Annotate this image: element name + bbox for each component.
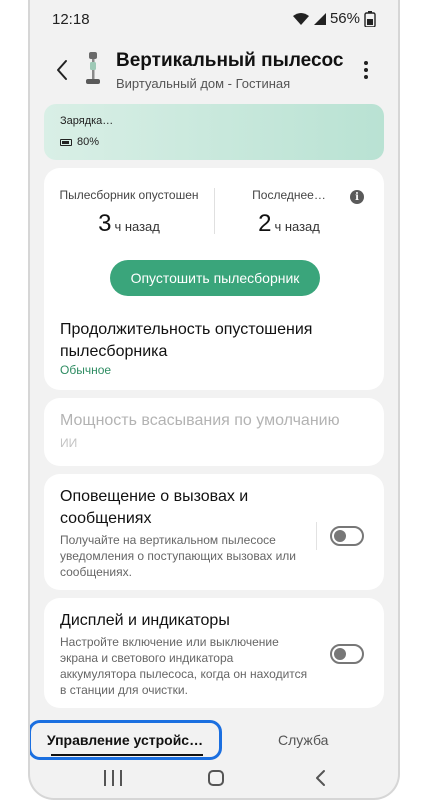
display-indicators-toggle[interactable] <box>330 644 364 664</box>
page-title: Вертикальный пылесос <box>116 50 344 71</box>
bottom-tab-bar: Управление устройс… Служба <box>30 716 398 762</box>
charging-status: Зарядка… <box>60 115 114 127</box>
last-label: Последнее… <box>252 188 326 202</box>
suction-power-value: ИИ <box>60 436 78 450</box>
device-status-banner: Зарядка… 80% <box>44 104 384 160</box>
battery-level-icon <box>60 138 72 146</box>
tab-device-control[interactable]: Управление устройс… <box>30 720 222 760</box>
system-nav-bar <box>30 762 398 798</box>
empty-bin-button[interactable]: Опустошить пылесборник <box>110 260 320 296</box>
nav-back-icon[interactable] <box>312 768 330 788</box>
signal-icon <box>313 12 326 25</box>
settings-list[interactable]: Пылесборник опустошен 3 ч назад Последне… <box>44 168 384 713</box>
bin-emptied-label: Пылесборник опустошен <box>59 188 199 202</box>
tab-device-control-label: Управление устройс… <box>46 732 204 748</box>
back-button[interactable] <box>50 56 74 84</box>
tab-service[interactable]: Служба <box>278 732 328 748</box>
phone-screen: 12:18 56% Вертикальный пылесос Виртуальн… <box>28 0 400 800</box>
display-indicators-description: Настройте включение или выключение экран… <box>60 635 308 697</box>
display-indicators-title: Дисплей и индикаторы <box>60 612 230 629</box>
more-options-button[interactable] <box>356 56 376 84</box>
wifi-icon <box>292 12 309 25</box>
empty-duration-value: Обычное <box>60 363 112 377</box>
dust-bin-card: Пылесборник опустошен 3 ч назад Последне… <box>44 168 384 390</box>
banner-battery: 80% <box>60 136 99 148</box>
app-header: Вертикальный пылесос Виртуальный дом - Г… <box>30 44 398 100</box>
bin-emptied-stat: Пылесборник опустошен 3 ч назад <box>54 188 204 238</box>
toggle-divider <box>316 522 317 550</box>
bin-emptied-number: 3 <box>98 210 112 237</box>
more-vertical-icon <box>364 61 368 65</box>
battery-icon <box>364 10 376 27</box>
status-bar: 12:18 56% <box>30 0 398 38</box>
suction-power-setting[interactable]: Мощность всасывания по умолчанию ИИ <box>44 398 384 466</box>
empty-duration-setting[interactable]: Продолжительность опустошения пылесборни… <box>60 319 350 363</box>
recents-icon[interactable] <box>104 770 122 786</box>
vacuum-device-icon <box>86 52 100 84</box>
suction-power-title: Мощность всасывания по умолчанию <box>60 412 340 429</box>
home-icon[interactable] <box>208 770 224 786</box>
call-notification-setting[interactable]: Оповещение о вызовах и сообщениях Получа… <box>44 474 384 590</box>
last-unit: ч назад <box>274 219 320 234</box>
chevron-left-icon <box>57 60 67 80</box>
call-notification-toggle[interactable] <box>330 526 364 546</box>
last-number: 2 <box>258 210 272 237</box>
call-notification-title: Оповещение о вызовах и сообщениях <box>60 488 249 527</box>
active-tab-indicator <box>51 754 203 756</box>
info-icon[interactable]: i <box>350 190 364 204</box>
battery-level-value: 80% <box>77 136 100 148</box>
status-time: 12:18 <box>52 11 90 28</box>
call-notification-description: Получайте на вертикальном пылесосе уведо… <box>60 533 297 579</box>
last-stat: Последнее… 2 ч назад <box>214 188 364 238</box>
battery-percent: 56% <box>329 10 360 27</box>
status-indicators: 56% <box>292 10 376 27</box>
page-subtitle: Виртуальный дом - Гостиная <box>116 76 291 91</box>
display-indicators-setting[interactable]: Дисплей и индикаторы Настройте включение… <box>44 598 384 708</box>
bin-emptied-unit: ч назад <box>114 219 160 234</box>
